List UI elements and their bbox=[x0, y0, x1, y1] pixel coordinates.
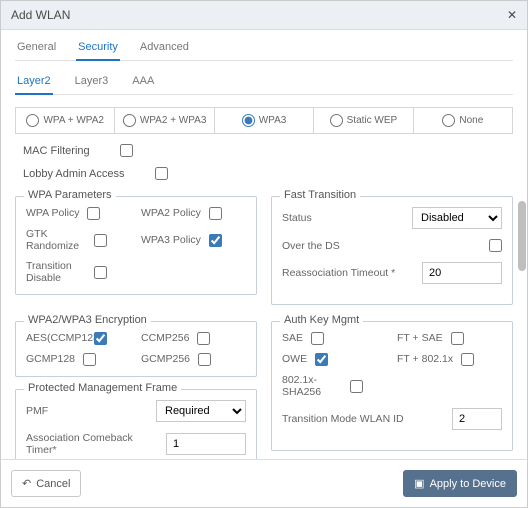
over-ds-label: Over the DS bbox=[282, 240, 340, 252]
security-mode-radios: WPA + WPA2 WPA2 + WPA3 WPA3 Static WEP N… bbox=[15, 107, 513, 134]
apply-label: Apply to Device bbox=[430, 478, 506, 490]
sae-checkbox[interactable] bbox=[311, 332, 324, 345]
fieldset-title: Auth Key Mgmt bbox=[280, 314, 363, 326]
radio-none[interactable]: None bbox=[414, 108, 512, 133]
wpa-policy-checkbox[interactable] bbox=[87, 207, 100, 220]
ccmp256-checkbox[interactable] bbox=[197, 332, 210, 345]
fieldset-title: WPA Parameters bbox=[24, 189, 116, 201]
body: General Security Advanced Layer2 Layer3 … bbox=[1, 30, 527, 459]
sha256-label: 802.1x-SHA256 bbox=[282, 374, 342, 398]
subtab-layer2[interactable]: Layer2 bbox=[15, 69, 53, 95]
wpa-parameters-fieldset: WPA Parameters WPA Policy WPA2 Policy GT… bbox=[15, 196, 257, 295]
auth-key-mgmt-fieldset: Auth Key Mgmt SAE FT + SAE OWE FT + 802.… bbox=[271, 321, 513, 451]
owe-checkbox[interactable] bbox=[315, 353, 328, 366]
footer: ↶ Cancel ▣ Apply to Device bbox=[1, 459, 527, 507]
fieldset-title: Fast Transition bbox=[280, 189, 360, 201]
pmf-fieldset: Protected Management Frame PMF Required … bbox=[15, 389, 257, 459]
title-bar: Add WLAN ✕ bbox=[1, 1, 527, 30]
sha256-checkbox[interactable] bbox=[350, 380, 363, 393]
gcmp256-checkbox[interactable] bbox=[198, 353, 211, 366]
transition-disable-label: Transition Disable bbox=[26, 260, 86, 284]
ft-sae-checkbox[interactable] bbox=[451, 332, 464, 345]
gtk-randomize-label: GTK Randomize bbox=[26, 228, 86, 252]
close-icon[interactable]: ✕ bbox=[507, 8, 517, 22]
radio-label: WPA2 + WPA3 bbox=[140, 115, 207, 126]
radio-wpa3[interactable]: WPA3 bbox=[215, 108, 314, 133]
pmf-label: PMF bbox=[26, 405, 48, 417]
scrollbar-thumb[interactable] bbox=[518, 201, 526, 271]
gcmp128-checkbox[interactable] bbox=[83, 353, 96, 366]
lobby-admin-checkbox[interactable] bbox=[155, 167, 168, 180]
wpa-policy-label: WPA Policy bbox=[26, 207, 79, 219]
save-icon: ▣ bbox=[414, 477, 424, 490]
owe-label: OWE bbox=[282, 353, 307, 365]
ft-8021x-checkbox[interactable] bbox=[461, 353, 474, 366]
wpa2-policy-label: WPA2 Policy bbox=[141, 207, 201, 219]
mac-filtering-checkbox[interactable] bbox=[120, 144, 133, 157]
over-ds-checkbox[interactable] bbox=[489, 239, 502, 252]
transition-mode-label: Transition Mode WLAN ID bbox=[282, 413, 404, 425]
assoc-comeback-input[interactable] bbox=[166, 433, 246, 455]
assoc-comeback-label: Association Comeback Timer* bbox=[26, 432, 160, 456]
transition-disable-checkbox[interactable] bbox=[94, 266, 107, 279]
ft-8021x-label: FT + 802.1x bbox=[397, 353, 453, 365]
gcmp128-label: GCMP128 bbox=[26, 353, 75, 365]
radio-label: WPA3 bbox=[259, 115, 287, 126]
aes-label: AES(CCMP128) bbox=[26, 332, 86, 344]
subtab-aaa[interactable]: AAA bbox=[130, 69, 156, 94]
tab-security[interactable]: Security bbox=[76, 34, 120, 61]
subtab-layer3[interactable]: Layer3 bbox=[73, 69, 111, 94]
ft-status-label: Status bbox=[282, 212, 312, 224]
wpa3-policy-checkbox[interactable] bbox=[209, 234, 222, 247]
fieldset-title: WPA2/WPA3 Encryption bbox=[24, 314, 151, 326]
apply-button[interactable]: ▣ Apply to Device bbox=[403, 470, 517, 497]
lobby-admin-label: Lobby Admin Access bbox=[23, 168, 125, 180]
cancel-label: Cancel bbox=[36, 478, 70, 490]
radio-static-wep[interactable]: Static WEP bbox=[314, 108, 413, 133]
radio-wpa-wpa2[interactable]: WPA + WPA2 bbox=[16, 108, 115, 133]
aes-checkbox[interactable] bbox=[94, 332, 107, 345]
fast-transition-fieldset: Fast Transition Status Disabled Over the… bbox=[271, 196, 513, 305]
reassoc-label: Reassociation Timeout * bbox=[282, 267, 395, 279]
pmf-select[interactable]: Required bbox=[156, 400, 246, 422]
wpa2-policy-checkbox[interactable] bbox=[209, 207, 222, 220]
sub-tabs: Layer2 Layer3 AAA bbox=[15, 69, 513, 95]
radio-label: None bbox=[459, 115, 483, 126]
transition-mode-input[interactable] bbox=[452, 408, 502, 430]
cancel-button[interactable]: ↶ Cancel bbox=[11, 470, 81, 497]
gtk-randomize-checkbox[interactable] bbox=[94, 234, 107, 247]
radio-label: WPA + WPA2 bbox=[43, 115, 103, 126]
tab-advanced[interactable]: Advanced bbox=[138, 34, 191, 60]
fieldset-title: Protected Management Frame bbox=[24, 382, 181, 394]
reassoc-input[interactable] bbox=[422, 262, 502, 284]
encryption-fieldset: WPA2/WPA3 Encryption AES(CCMP128) CCMP25… bbox=[15, 321, 257, 377]
undo-icon: ↶ bbox=[22, 477, 31, 490]
mac-filtering-label: MAC Filtering bbox=[23, 145, 90, 157]
ft-sae-label: FT + SAE bbox=[397, 332, 443, 344]
sae-label: SAE bbox=[282, 332, 303, 344]
tab-general[interactable]: General bbox=[15, 34, 58, 60]
radio-label: Static WEP bbox=[347, 115, 398, 126]
main-tabs: General Security Advanced bbox=[15, 34, 513, 61]
gcmp256-label: GCMP256 bbox=[141, 353, 190, 365]
radio-wpa2-wpa3[interactable]: WPA2 + WPA3 bbox=[115, 108, 214, 133]
modal-title: Add WLAN bbox=[11, 8, 70, 22]
ccmp256-label: CCMP256 bbox=[141, 332, 189, 344]
ft-status-select[interactable]: Disabled bbox=[412, 207, 502, 229]
wpa3-policy-label: WPA3 Policy bbox=[141, 234, 201, 246]
